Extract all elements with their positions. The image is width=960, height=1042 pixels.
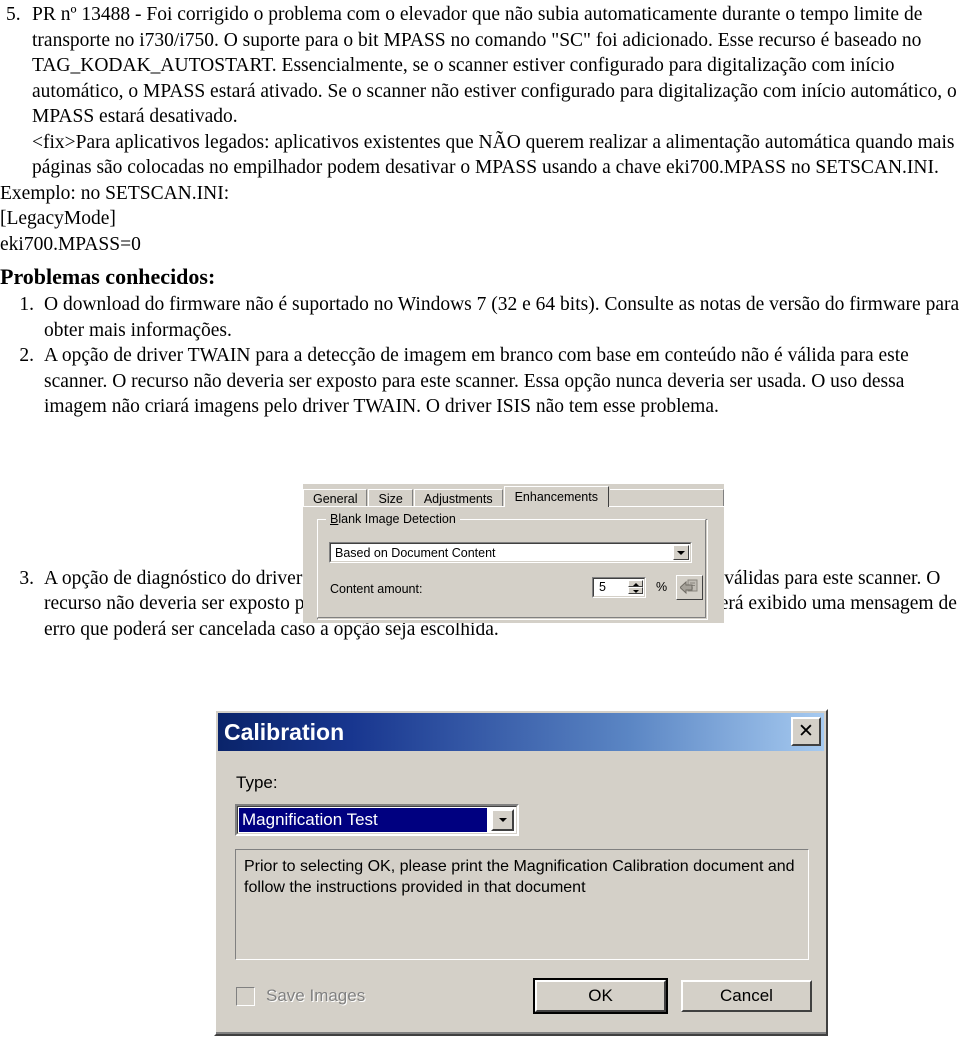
type-combo[interactable]: Magnification Test bbox=[235, 804, 519, 836]
undo-arrow-icon[interactable] bbox=[676, 575, 703, 600]
list-marker: 5. bbox=[6, 4, 21, 25]
tab-strip: General Size Adjustments Enhancements bbox=[303, 486, 724, 507]
save-images-label: Save Images bbox=[266, 986, 366, 1005]
tab-adjustments[interactable]: Adjustments bbox=[413, 489, 503, 507]
ini-key-line: eki700.MPASS=0 bbox=[0, 233, 141, 255]
dialog-titlebar[interactable]: Calibration ✕ bbox=[218, 713, 824, 751]
known-issue-text: O download do firmware não é suportado n… bbox=[44, 294, 960, 341]
content-amount-stepper[interactable]: 5 bbox=[592, 577, 646, 598]
percent-label: % bbox=[656, 580, 668, 594]
tab-enhancements[interactable]: Enhancements bbox=[503, 486, 609, 507]
instructions-panel: Prior to selecting OK, please print the … bbox=[235, 849, 809, 960]
known-issue-2: 2. A opção de driver TWAIN para a detecç… bbox=[0, 343, 960, 420]
list-marker: 1. bbox=[19, 294, 34, 315]
chevron-down-icon[interactable] bbox=[491, 809, 514, 831]
known-issues-heading: Problemas conhecidos: bbox=[0, 264, 216, 289]
tab-size[interactable]: Size bbox=[368, 489, 413, 507]
spin-buttons[interactable] bbox=[628, 580, 643, 595]
content-amount-value: 5 bbox=[599, 580, 606, 594]
content-amount-label: Content amount: bbox=[330, 582, 423, 596]
cancel-button[interactable]: Cancel bbox=[681, 980, 812, 1012]
list-item: 5. PR nº 13488 - Foi corrigido o problem… bbox=[0, 2, 960, 130]
spin-up-icon[interactable] bbox=[628, 580, 643, 587]
dialog-bottom-shadow bbox=[216, 1032, 826, 1034]
dialog-title: Calibration bbox=[224, 719, 345, 745]
save-images-checkbox[interactable]: Save Images bbox=[236, 986, 365, 1006]
group-title: Blank Image Detection bbox=[326, 512, 460, 526]
instructions-text: Prior to selecting OK, please print the … bbox=[244, 858, 795, 896]
chevron-down-icon[interactable] bbox=[673, 545, 689, 560]
group-title-rest: lank Image Detection bbox=[338, 512, 456, 526]
combo-value: Based on Document Content bbox=[335, 546, 496, 560]
example-line: Exemplo: no SETSCAN.INI: bbox=[0, 182, 230, 204]
twain-enhancements-screenshot: General Size Adjustments Enhancements Bl… bbox=[303, 484, 724, 623]
type-combo-value: Magnification Test bbox=[239, 808, 487, 832]
known-issue-1: 1. O download do firmware não é suportad… bbox=[0, 292, 960, 343]
list-marker: 3. bbox=[19, 567, 34, 589]
tab-general[interactable]: General bbox=[303, 489, 368, 507]
tab-strip-filler bbox=[609, 489, 724, 507]
checkbox-box[interactable] bbox=[236, 986, 255, 1006]
list-marker: 2. bbox=[19, 345, 34, 366]
type-label: Type: bbox=[236, 773, 278, 792]
list-item-text-2: <fix>Para aplicativos legados: aplicativ… bbox=[32, 131, 955, 179]
ini-section-line: [LegacyMode] bbox=[0, 208, 116, 229]
spin-down-icon[interactable] bbox=[628, 587, 643, 594]
known-issue-text: A opção de driver TWAIN para a detecção … bbox=[44, 345, 909, 417]
calibration-dialog: Calibration ✕ Type: Magnification Test P… bbox=[214, 709, 828, 1036]
close-icon[interactable]: ✕ bbox=[791, 717, 821, 746]
ok-button[interactable]: OK bbox=[533, 978, 668, 1014]
list-item-continuation: <fix>Para aplicativos legados: aplicativ… bbox=[0, 130, 960, 181]
blank-image-detection-group: Blank Image Detection Based on Document … bbox=[317, 512, 708, 620]
list-item-text: PR nº 13488 - Foi corrigido o problema c… bbox=[32, 4, 957, 127]
blank-image-detection-combo[interactable]: Based on Document Content bbox=[329, 542, 692, 563]
tab-page-enhancements: Blank Image Detection Based on Document … bbox=[303, 506, 724, 623]
group-inner-bevel bbox=[317, 519, 706, 618]
